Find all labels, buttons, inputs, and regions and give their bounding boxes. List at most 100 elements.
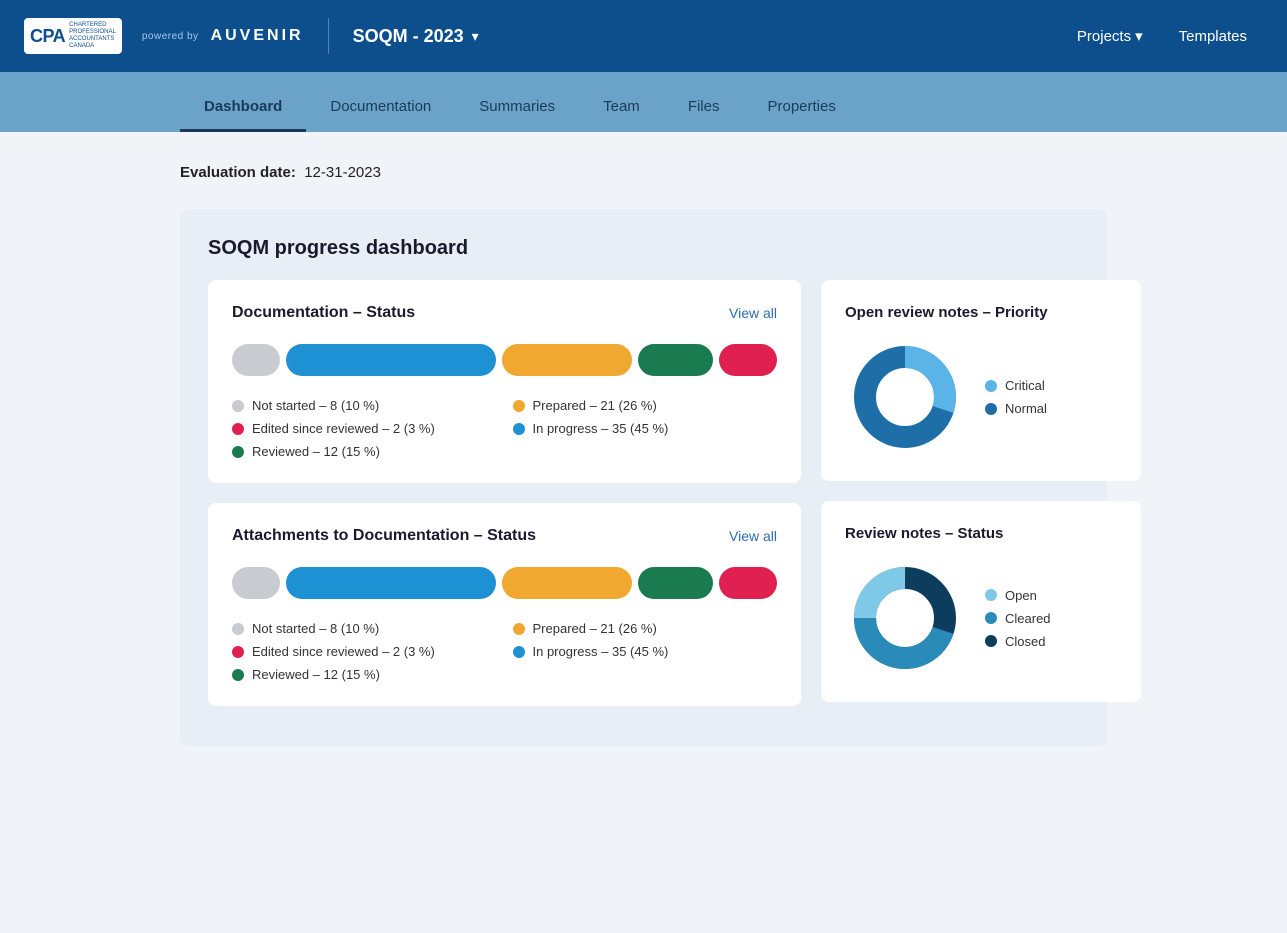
attach-dot-in-progress (513, 646, 525, 658)
eval-date-value: 12-31-2023 (304, 164, 381, 181)
doc-status-card: Documentation – Status View all Not s (208, 280, 801, 483)
projects-label: Projects (1077, 28, 1131, 45)
doc-seg-reviewed (638, 344, 713, 376)
doc-legend: Not started – 8 (10 %) Prepared – 21 (26… (232, 398, 777, 459)
attach-legend-prepared-text: Prepared – 21 (26 %) (533, 621, 657, 636)
tab-documentation[interactable]: Documentation (306, 98, 455, 132)
legend-in-progress-text: In progress – 35 (45 %) (533, 421, 669, 436)
tab-files[interactable]: Files (664, 98, 744, 132)
doc-seg-in-progress (286, 344, 496, 376)
attach-legend-reviewed-text: Reviewed – 12 (15 %) (252, 667, 380, 682)
legend-edited: Edited since reviewed – 2 (3 %) (232, 421, 497, 436)
attach-legend-in-progress-text: In progress – 35 (45 %) (533, 644, 669, 659)
doc-view-all-link[interactable]: View all (729, 305, 777, 321)
attach-legend: Not started – 8 (10 %) Prepared – 21 (26… (232, 621, 777, 682)
legend-open: Open (985, 588, 1051, 603)
attach-seg-in-progress (286, 567, 496, 599)
doc-status-title: Documentation – Status (232, 304, 415, 322)
attach-seg-prepared (502, 567, 632, 599)
attach-legend-reviewed: Reviewed – 12 (15 %) (232, 667, 497, 682)
eval-date-label: Evaluation date: (180, 164, 296, 181)
cpa-text: CPA (30, 26, 65, 47)
attach-seg-edited (719, 567, 777, 599)
attach-legend-not-started-text: Not started – 8 (10 %) (252, 621, 379, 636)
attach-dot-not-started (232, 623, 244, 635)
dashboard-title: SOQM progress dashboard (208, 237, 1079, 260)
legend-in-progress: In progress – 35 (45 %) (513, 421, 778, 436)
attach-legend-edited: Edited since reviewed – 2 (3 %) (232, 644, 497, 659)
legend-edited-text: Edited since reviewed – 2 (3 %) (252, 421, 435, 436)
project-selector[interactable]: SOQM - 2023 ▾ (353, 26, 479, 47)
doc-seg-not-started (232, 344, 280, 376)
attach-dot-edited (232, 646, 244, 658)
legend-not-started-text: Not started – 8 (10 %) (252, 398, 379, 413)
projects-nav-link[interactable]: Projects ▾ (1061, 19, 1159, 53)
legend-critical-text: Critical (1005, 378, 1045, 393)
tab-properties[interactable]: Properties (743, 98, 859, 132)
review-notes-status-title: Review notes – Status (845, 525, 1117, 542)
attach-status-header: Attachments to Documentation – Status Vi… (232, 527, 777, 545)
open-review-notes-legend: Critical Normal (985, 378, 1047, 416)
dot-in-progress (513, 423, 525, 435)
review-notes-chart: Open Cleared Closed (845, 558, 1117, 678)
logo-area: CPA CHARTEREDPROFESSIONALACCOUNTANTSCANA… (24, 18, 304, 55)
attach-dot-reviewed (232, 669, 244, 681)
legend-reviewed-text: Reviewed – 12 (15 %) (252, 444, 380, 459)
attach-legend-prepared: Prepared – 21 (26 %) (513, 621, 778, 636)
chevron-down-icon: ▾ (472, 28, 479, 45)
tab-team[interactable]: Team (579, 98, 664, 132)
top-navigation: CPA CHARTEREDPROFESSIONALACCOUNTANTSCANA… (0, 0, 1287, 72)
auvenir-brand: AUVENIR (211, 27, 304, 45)
projects-arrow-icon: ▾ (1135, 27, 1143, 45)
open-review-notes-chart: Critical Normal (845, 337, 1117, 457)
review-notes-donut-svg (845, 558, 965, 678)
legend-prepared: Prepared – 21 (26 %) (513, 398, 778, 413)
legend-not-started: Not started – 8 (10 %) (232, 398, 497, 413)
main-grid: Documentation – Status View all Not s (208, 280, 1079, 726)
attach-seg-not-started (232, 567, 280, 599)
legend-normal-text: Normal (1005, 401, 1047, 416)
dot-open (985, 589, 997, 601)
project-name: SOQM - 2023 (353, 26, 464, 47)
tab-dashboard[interactable]: Dashboard (180, 98, 306, 132)
attach-legend-edited-text: Edited since reviewed – 2 (3 %) (252, 644, 435, 659)
templates-nav-link[interactable]: Templates (1163, 20, 1263, 53)
dot-normal (985, 403, 997, 415)
right-column: Open review notes – Priority (821, 280, 1141, 726)
review-notes-status-card: Review notes – Status (821, 501, 1141, 702)
legend-open-text: Open (1005, 588, 1037, 603)
legend-cleared: Cleared (985, 611, 1051, 626)
dot-critical (985, 380, 997, 392)
open-review-donut-svg (845, 337, 965, 457)
attach-seg-reviewed (638, 567, 713, 599)
nav-divider (328, 18, 329, 54)
templates-label: Templates (1179, 28, 1247, 45)
dot-edited (232, 423, 244, 435)
tab-summaries[interactable]: Summaries (455, 98, 579, 132)
dot-prepared (513, 400, 525, 412)
attach-legend-not-started: Not started – 8 (10 %) (232, 621, 497, 636)
doc-seg-edited (719, 344, 777, 376)
cpa-subtext: CHARTEREDPROFESSIONALACCOUNTANTSCANADA (69, 22, 116, 51)
legend-critical: Critical (985, 378, 1047, 393)
attach-status-title: Attachments to Documentation – Status (232, 527, 536, 545)
attach-status-card: Attachments to Documentation – Status Vi… (208, 503, 801, 706)
cpa-logo: CPA CHARTEREDPROFESSIONALACCOUNTANTSCANA… (24, 18, 122, 55)
left-column: Documentation – Status View all Not s (208, 280, 801, 726)
attach-view-all-link[interactable]: View all (729, 528, 777, 544)
sub-navigation: Dashboard Documentation Summaries Team F… (0, 72, 1287, 132)
attach-progress-bar (232, 565, 777, 601)
attach-legend-in-progress: In progress – 35 (45 %) (513, 644, 778, 659)
doc-status-header: Documentation – Status View all (232, 304, 777, 322)
legend-closed: Closed (985, 634, 1051, 649)
attach-dot-prepared (513, 623, 525, 635)
legend-reviewed: Reviewed – 12 (15 %) (232, 444, 497, 459)
dot-cleared (985, 612, 997, 624)
open-review-notes-card: Open review notes – Priority (821, 280, 1141, 481)
powered-by-text: powered by (142, 31, 199, 42)
doc-progress-bar (232, 342, 777, 378)
dashboard-card: SOQM progress dashboard Documentation – … (180, 209, 1107, 746)
legend-normal: Normal (985, 401, 1047, 416)
review-notes-status-legend: Open Cleared Closed (985, 588, 1051, 649)
nav-right: Projects ▾ Templates (1061, 19, 1263, 53)
